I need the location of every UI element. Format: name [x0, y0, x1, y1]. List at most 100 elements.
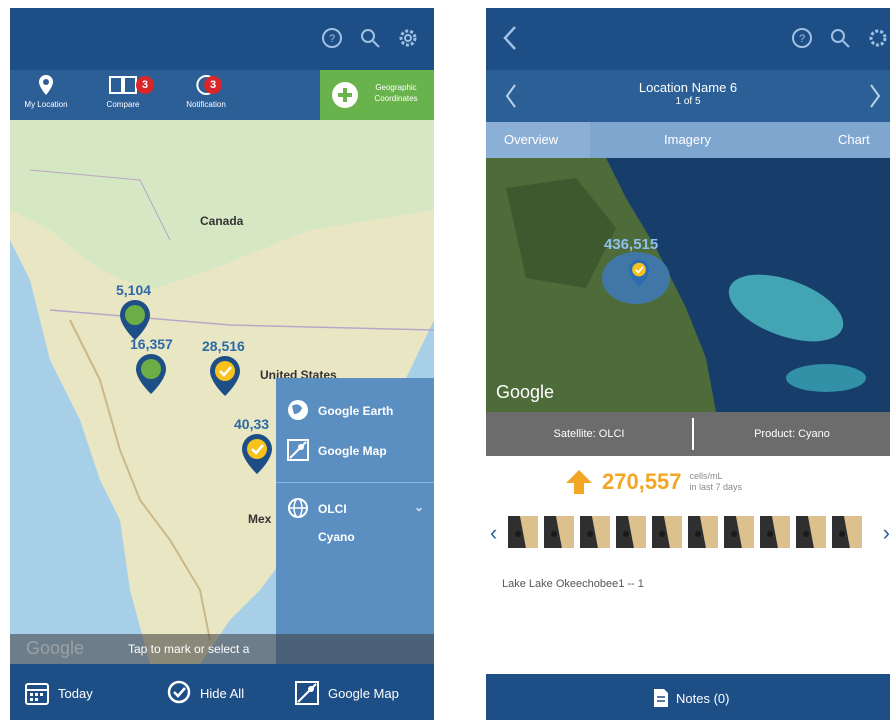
marker-count-1: 5,104: [116, 282, 152, 298]
location-title-bar: Location Name 6 1 of 5: [486, 70, 890, 122]
marker-count-3: 28,516: [202, 338, 245, 354]
notes-button[interactable]: Notes (0): [486, 674, 890, 720]
product-label: Cyano: [318, 530, 355, 544]
thumbnail-strip: ‹ ›: [486, 516, 890, 552]
next-location-icon[interactable]: [868, 82, 882, 110]
panel-divider: [276, 482, 434, 483]
marker-count-2: 16,357: [130, 336, 173, 352]
data-source-bar: Satellite: OLCI Product: Cyano: [486, 412, 890, 456]
map-label-mexico: Mex: [248, 512, 272, 526]
geographic-coordinates-label: Geographic Coordinates: [374, 83, 418, 103]
compare-badge: 3: [136, 76, 154, 94]
map-marker-check[interactable]: [626, 258, 652, 288]
google-watermark: Google: [26, 638, 85, 658]
notification-badge: 3: [204, 76, 222, 94]
tab-imagery[interactable]: Imagery: [664, 132, 711, 147]
tap-hint-text: Tap to mark or select a: [128, 642, 250, 656]
google-map-option[interactable]: Google Map: [276, 438, 434, 468]
map-label-canada: Canada: [200, 214, 244, 228]
imagery-thumbnail[interactable]: [724, 516, 754, 548]
imagery-thumbnail[interactable]: [616, 516, 646, 548]
calendar-icon: [25, 683, 49, 705]
network-globe-icon: [288, 498, 308, 518]
map-marker-green-2[interactable]: [134, 352, 168, 396]
notification-button[interactable]: Notification 3: [176, 74, 236, 109]
search-icon[interactable]: [828, 26, 852, 50]
product-option[interactable]: Cyano: [276, 528, 434, 552]
layer-panel: Google Earth Google Map OLCI ⌄ Cyano: [276, 378, 434, 664]
map-marker-check-4[interactable]: [240, 432, 274, 476]
my-location-button[interactable]: My Location: [18, 74, 74, 109]
imagery-thumbnail[interactable]: [832, 516, 862, 548]
satellite-selector[interactable]: OLCI ⌄: [276, 496, 434, 526]
app-header: ?: [10, 8, 434, 70]
detail-tabs: Overview Imagery Chart: [486, 122, 890, 158]
stat-unit: cells/mL: [689, 471, 723, 481]
notes-icon: [654, 689, 668, 707]
imagery-thumbnail[interactable]: [652, 516, 682, 548]
satellite-terrain: [486, 158, 890, 412]
help-icon[interactable]: ?: [320, 26, 344, 50]
geographic-coordinates-button[interactable]: Geographic Coordinates: [320, 70, 434, 120]
location-pin-icon: [39, 75, 53, 95]
google-earth-option[interactable]: Google Earth: [276, 398, 434, 428]
stat-summary: 270,557 cells/mL in last 7 days: [564, 468, 742, 496]
hide-all-button[interactable]: Hide All: [166, 680, 244, 706]
chevron-down-icon: ⌄: [413, 500, 424, 514]
satellite-image[interactable]: 436,515 Google: [486, 158, 890, 412]
settings-icon[interactable]: [396, 26, 420, 50]
svg-text:?: ?: [799, 33, 805, 45]
settings-icon[interactable]: [866, 26, 890, 50]
map-icon: [287, 439, 309, 461]
stat-period: in last 7 days: [689, 482, 743, 492]
globe-icon: [288, 400, 308, 420]
map-marker-check-3[interactable]: [208, 354, 242, 398]
tab-chart[interactable]: Chart: [838, 132, 870, 147]
trend-up-icon: [566, 470, 592, 494]
bottom-navigation: Today Hide All Google Map: [10, 664, 434, 720]
google-map-toggle-button[interactable]: Google Map: [294, 680, 399, 706]
lake-name: Lake Lake Okeechobee1 -- 1: [502, 578, 644, 590]
map-hint-bar: Google Tap to mark or select a: [10, 634, 434, 664]
today-label: Today: [58, 685, 93, 701]
imagery-thumbnail[interactable]: [796, 516, 826, 548]
imagery-thumbnail[interactable]: [760, 516, 790, 548]
add-icon: [332, 82, 358, 108]
google-map-label: Google Map: [318, 444, 387, 458]
thumbnail-prev-icon[interactable]: ‹: [490, 520, 497, 546]
svg-text:?: ?: [329, 33, 335, 45]
back-icon[interactable]: [502, 24, 518, 52]
imagery-thumbnail[interactable]: [508, 516, 538, 548]
imagery-count-label: 436,515: [604, 236, 659, 253]
google-map-bottom-label: Google Map: [328, 685, 399, 701]
thumbnail-next-icon[interactable]: ›: [883, 520, 890, 546]
notes-label: Notes (0): [676, 690, 730, 706]
compare-button[interactable]: Compare 3: [98, 74, 154, 109]
product-info[interactable]: Product: Cyano: [694, 428, 890, 440]
tab-overview[interactable]: Overview: [504, 132, 558, 147]
notification-label: Notification: [186, 100, 226, 109]
stat-value: 270,557: [602, 469, 682, 494]
today-button[interactable]: Today: [24, 680, 93, 706]
map-icon: [295, 681, 319, 705]
search-icon[interactable]: [358, 26, 382, 50]
check-pin-icon: [167, 680, 191, 704]
location-name: Location Name 6: [638, 80, 738, 95]
google-watermark: Google: [496, 382, 555, 402]
right-phone-screen: ? Location Name 6 1 of 5 Overview Imager…: [486, 8, 890, 720]
imagery-thumbnail[interactable]: [688, 516, 718, 548]
satellite-info[interactable]: Satellite: OLCI: [486, 428, 692, 440]
google-earth-label: Google Earth: [318, 404, 394, 418]
left-phone-screen: ? My Location Compare 3 Notification 3 G…: [10, 8, 434, 720]
hide-all-label: Hide All: [200, 685, 245, 701]
my-location-label: My Location: [24, 100, 68, 109]
imagery-thumbnail[interactable]: [580, 516, 610, 548]
compare-icon: [109, 76, 137, 94]
satellite-label: OLCI: [318, 502, 347, 516]
help-icon[interactable]: ?: [790, 26, 814, 50]
location-pager: 1 of 5: [675, 96, 701, 107]
imagery-thumbnail[interactable]: [544, 516, 574, 548]
app-header: ?: [486, 8, 890, 70]
marker-count-4: 40,33: [234, 416, 270, 432]
compare-label: Compare: [106, 100, 140, 109]
